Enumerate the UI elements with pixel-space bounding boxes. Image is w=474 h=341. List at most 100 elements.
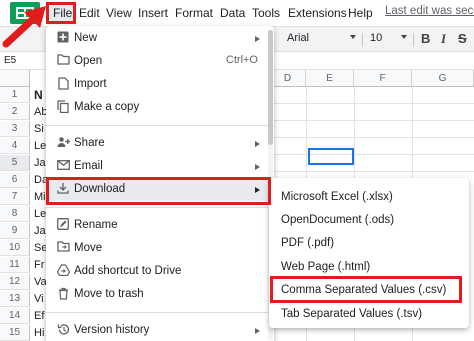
strikethrough-button[interactable]: S — [458, 31, 467, 46]
menu-item-move[interactable]: Move — [46, 238, 274, 260]
download-tsv[interactable]: Tab Separated Values (.tsv) — [269, 303, 469, 327]
menu-edit[interactable]: Edit — [76, 5, 103, 21]
menu-item-label: Make a copy — [74, 101, 140, 113]
row-header[interactable]: 11 — [0, 257, 30, 273]
row-header[interactable]: 9 — [0, 223, 30, 239]
menu-help[interactable]: Help — [345, 5, 376, 21]
submenu-item-label: Tab Separated Values (.tsv) — [281, 308, 423, 320]
row-header[interactable]: 8 — [0, 206, 30, 222]
menu-data[interactable]: Data — [217, 5, 248, 21]
cell[interactable]: Ef — [34, 308, 44, 324]
selected-cell[interactable] — [308, 148, 354, 165]
sheets-window: { "menubar": { "items": ["File", "Edit",… — [0, 0, 474, 341]
menu-item-make-copy[interactable]: Make a copy — [46, 97, 274, 119]
cell[interactable]: Ja — [34, 223, 46, 239]
row-header[interactable]: 3 — [0, 121, 30, 137]
share-icon — [56, 136, 70, 150]
grid-line — [270, 120, 474, 121]
row-header[interactable]: 6 — [0, 172, 30, 188]
menu-item-trash[interactable]: Move to trash — [46, 284, 274, 306]
cell[interactable]: Vi — [34, 291, 44, 307]
file-menu-highlight — [46, 2, 76, 24]
cell[interactable]: Le — [34, 206, 46, 222]
row-header[interactable]: 15 — [0, 325, 30, 341]
column-header[interactable]: D — [270, 70, 306, 87]
bold-button[interactable]: B — [421, 31, 430, 46]
cell[interactable]: Ja — [34, 155, 46, 171]
menu-insert[interactable]: Insert — [135, 5, 171, 21]
copy-icon — [56, 100, 70, 114]
row-header[interactable]: 14 — [0, 308, 30, 324]
drive-shortcut-icon — [56, 264, 70, 278]
row-header[interactable]: 13 — [0, 291, 30, 307]
download-submenu: Microsoft Excel (.xlsx) OpenDocument (.o… — [269, 178, 469, 328]
grid-line — [270, 103, 474, 104]
menu-item-label: Version history — [74, 324, 150, 336]
menu-item-add-shortcut[interactable]: Add shortcut to Drive — [46, 261, 274, 283]
submenu-arrow-icon — [255, 141, 260, 147]
menu-item-rename[interactable]: Rename — [46, 215, 274, 237]
row-header[interactable]: 12 — [0, 274, 30, 290]
italic-button[interactable]: I — [441, 31, 446, 47]
cell[interactable]: Hi — [34, 325, 44, 341]
download-ods[interactable]: OpenDocument (.ods) — [269, 209, 469, 233]
font-family-select[interactable]: Arial — [287, 32, 309, 44]
cell[interactable]: N — [34, 87, 43, 103]
cell[interactable]: Va — [34, 274, 47, 290]
select-all-corner[interactable] — [0, 70, 30, 87]
column-header[interactable]: G — [412, 70, 474, 87]
cell[interactable]: Le — [34, 138, 46, 154]
menu-item-label: Move to trash — [74, 288, 144, 300]
cell[interactable]: Fr — [34, 257, 44, 273]
grid-line — [270, 137, 474, 138]
last-edit-link[interactable]: Last edit was seco — [385, 5, 474, 17]
row-header[interactable]: 4 — [0, 138, 30, 154]
menu-item-version-history[interactable]: Version history — [46, 320, 274, 341]
name-box[interactable]: E5 — [4, 55, 16, 66]
menu-extensions[interactable]: Extensions — [285, 5, 350, 21]
cell[interactable]: Mi — [34, 189, 46, 205]
shortcut-text: Ctrl+O — [225, 54, 258, 66]
column-header[interactable]: F — [354, 70, 412, 87]
download-pdf[interactable]: PDF (.pdf) — [269, 232, 469, 256]
menu-item-label: Rename — [74, 219, 118, 231]
download-highlight — [46, 177, 271, 205]
submenu-item-label: Web Page (.html) — [281, 261, 371, 273]
menu-item-open[interactable]: Open Ctrl+O — [46, 51, 274, 73]
menu-item-label: Email — [74, 160, 103, 172]
menu-scrollbar-thumb[interactable] — [268, 30, 273, 145]
menu-view[interactable]: View — [103, 5, 135, 21]
font-size-select[interactable]: 10 — [370, 32, 382, 44]
download-xlsx[interactable]: Microsoft Excel (.xlsx) — [269, 186, 469, 210]
submenu-arrow-icon — [255, 36, 260, 42]
move-icon — [56, 241, 70, 255]
folder-icon — [56, 54, 70, 68]
grid-line — [270, 171, 474, 172]
row-header[interactable]: 7 — [0, 189, 30, 205]
row-header[interactable]: 1 — [0, 87, 30, 103]
menu-item-import[interactable]: Import — [46, 74, 274, 96]
new-sheet-icon — [56, 31, 70, 45]
font-size-dropdown-icon[interactable] — [401, 35, 407, 39]
menu-divider — [46, 312, 274, 313]
font-dropdown-icon[interactable] — [350, 35, 356, 39]
menu-tools[interactable]: Tools — [249, 5, 283, 21]
column-header[interactable]: E — [306, 70, 354, 87]
submenu-item-label: OpenDocument (.ods) — [281, 214, 395, 226]
menu-item-share[interactable]: Share — [46, 133, 274, 155]
toolbar-divider — [413, 33, 414, 47]
row-header[interactable]: 5 — [0, 155, 30, 171]
row-header[interactable]: 2 — [0, 104, 30, 120]
rename-icon — [56, 218, 70, 232]
menu-item-new[interactable]: New — [46, 28, 274, 50]
menu-item-label: Share — [74, 137, 105, 149]
menu-divider — [46, 207, 274, 208]
history-icon — [56, 323, 70, 337]
menu-item-email[interactable]: Email — [46, 156, 274, 178]
row-header[interactable]: 10 — [0, 240, 30, 256]
toolbar-divider — [362, 33, 363, 47]
cell[interactable]: Si — [34, 121, 44, 137]
import-icon — [56, 77, 70, 91]
csv-highlight — [270, 276, 462, 303]
menu-format[interactable]: Format — [172, 5, 216, 21]
